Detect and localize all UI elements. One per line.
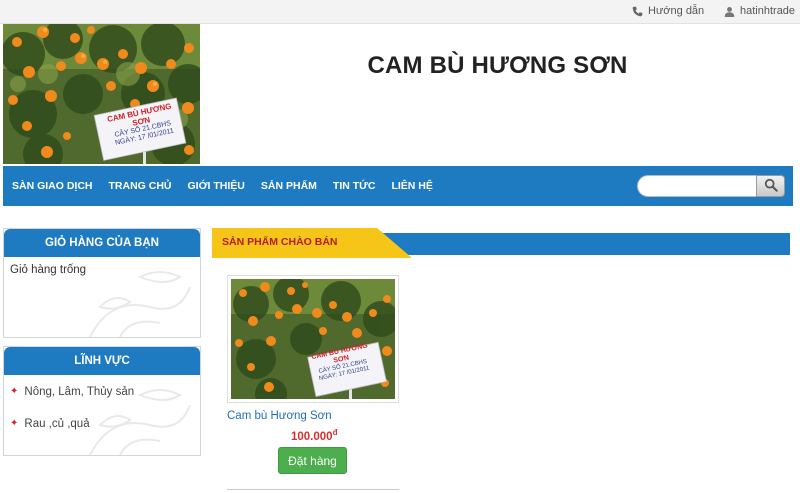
cart-panel-title: GIỎ HÀNG CỦA BẠN xyxy=(4,229,200,257)
user-label: hatinhtrade xyxy=(740,5,796,17)
nav-item-san-giao-dich[interactable]: SÀN GIAO DỊCH xyxy=(12,180,93,192)
help-label: Hướng dẫn xyxy=(648,5,705,17)
fields-panel-title: LĨNH VỰC xyxy=(4,347,200,375)
product-price: 100.000đ xyxy=(291,428,337,443)
decorative-swirl-icon xyxy=(89,271,191,337)
nav-item-san-pham[interactable]: SẢN PHẨM xyxy=(261,180,317,192)
search-input[interactable] xyxy=(637,175,759,197)
nav-item-tin-tuc[interactable]: TIN TỨC xyxy=(333,180,376,192)
star-bullet-icon: ✦ xyxy=(10,418,19,429)
help-link[interactable]: Hướng dẫn xyxy=(632,5,704,17)
fields-panel: LĨNH VỰC ✦ Nông, Lâm, Thủy sản ✦ Rau ,củ… xyxy=(3,346,201,456)
cart-panel: GIỎ HÀNG CỦA BẠN Giỏ hàng trống xyxy=(3,228,201,338)
star-bullet-icon: ✦ xyxy=(10,386,19,397)
user-icon xyxy=(724,6,735,17)
phone-icon xyxy=(632,6,643,17)
search-button[interactable] xyxy=(756,175,785,197)
nav-item-trang-chu[interactable]: TRANG CHỦ xyxy=(109,180,172,192)
site-title: CAM BÙ HƯƠNG SƠN xyxy=(367,52,628,79)
product-price-currency: đ xyxy=(332,428,338,437)
product-price-value: 100.000 xyxy=(291,430,333,443)
section-title: SẢN PHẨM CHÀO BÁN xyxy=(222,236,338,248)
cart-empty-text: Giỏ hàng trống xyxy=(10,264,87,276)
header-banner-image: CAM BÙ HƯƠNG SƠN CÂY SỐ 21.CBHS NGÀY: 17… xyxy=(3,24,200,164)
product-card-divider xyxy=(227,489,399,490)
order-button[interactable]: Đặt hàng xyxy=(278,447,347,474)
main-nav: SÀN GIAO DỊCH TRANG CHỦ GIỚI THIỆU SẢN P… xyxy=(3,166,793,206)
field-item-rau-cu-qua[interactable]: ✦ Rau ,củ ,quả xyxy=(10,418,90,430)
nav-item-lien-he[interactable]: LIÊN HỆ xyxy=(391,180,432,192)
top-bar: Hướng dẫn hatinhtrade xyxy=(0,0,800,24)
search-icon xyxy=(764,178,778,195)
section-header: SẢN PHẨM CHÀO BÁN xyxy=(212,228,790,258)
user-link[interactable]: hatinhtrade xyxy=(724,5,795,17)
nav-item-gioi-thieu[interactable]: GIỚI THIỆU xyxy=(188,180,245,192)
product-name-link[interactable]: Cam bù Hương Sơn xyxy=(227,410,332,422)
search-box xyxy=(637,175,785,197)
decorative-swirl-icon xyxy=(89,389,191,455)
